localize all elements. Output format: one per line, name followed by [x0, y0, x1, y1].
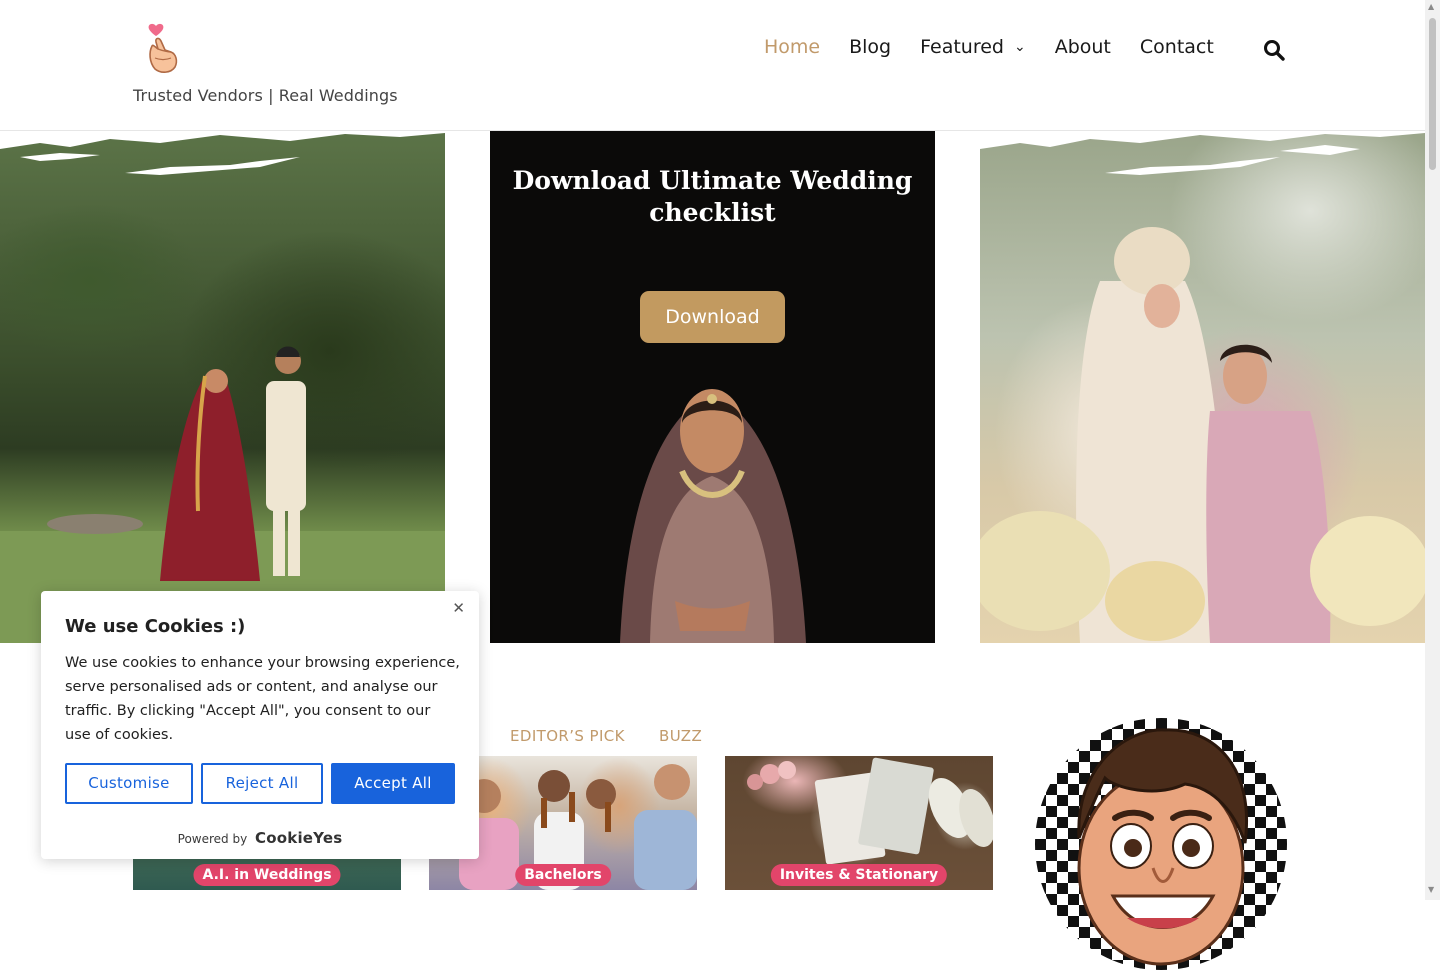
cartoon-face-illustration [1077, 728, 1248, 966]
scrollbar-thumb[interactable] [1429, 18, 1436, 170]
page-scrollbar[interactable]: ▲ ▼ [1425, 0, 1440, 900]
checklist-promo: Download Ultimate Wedding checklist Down… [490, 131, 935, 643]
site-header: Trusted Vendors | Real Weddings Home Blo… [0, 0, 1425, 131]
cookie-description: We use cookies to enhance your browsing … [65, 655, 460, 743]
cookie-title: We use Cookies :) [65, 616, 246, 637]
main-nav: Home Blog Featured ⌄ About Contact [764, 36, 1243, 58]
powered-by: Powered by CookieYes [41, 829, 479, 847]
accept-all-button[interactable]: Accept All [331, 763, 455, 804]
scroll-down-arrow-icon[interactable]: ▼ [1428, 885, 1434, 894]
close-icon[interactable]: ✕ [452, 599, 465, 617]
finger-heart-logo-icon[interactable] [143, 22, 183, 76]
download-button[interactable]: Download [640, 291, 785, 343]
card-invites-stationary[interactable]: Invites & Stationary [725, 756, 993, 890]
cookie-consent-banner: ✕ We use Cookies :) We use cookies to en… [41, 591, 479, 859]
hero-image-couple-garden[interactable] [0, 131, 445, 643]
search-icon[interactable] [1263, 39, 1285, 61]
nav-about[interactable]: About [1055, 36, 1111, 58]
chevron-down-icon: ⌄ [1013, 39, 1026, 55]
powered-by-label: Powered by [177, 832, 248, 846]
celebration-illustration [980, 227, 1425, 643]
hero-image-couple-celebration[interactable] [980, 131, 1425, 643]
nav-home[interactable]: Home [764, 36, 820, 58]
couple-illustration [0, 346, 445, 643]
customise-button[interactable]: Customise [65, 763, 193, 804]
category-badge[interactable]: A.I. in Weddings [193, 864, 341, 886]
category-badge[interactable]: Invites & Stationary [770, 864, 948, 886]
category-badge[interactable]: Bachelors [515, 864, 611, 886]
scroll-up-arrow-icon[interactable]: ▲ [1428, 2, 1434, 11]
reject-all-button[interactable]: Reject All [201, 763, 323, 804]
site-tagline: Trusted Vendors | Real Weddings [133, 86, 398, 105]
nav-featured-label: Featured [920, 36, 1004, 58]
nav-featured[interactable]: Featured ⌄ [920, 36, 1026, 58]
nav-blog[interactable]: Blog [849, 36, 891, 58]
tab-buzz[interactable]: BUZZ [659, 727, 702, 745]
author-avatar[interactable] [1035, 718, 1287, 970]
tab-editors-pick[interactable]: EDITOR’S PICK [510, 727, 625, 745]
nav-contact[interactable]: Contact [1140, 36, 1214, 58]
cookieyes-logo[interactable]: CookieYes [255, 829, 342, 847]
promo-title: Download Ultimate Wedding checklist [512, 166, 913, 227]
